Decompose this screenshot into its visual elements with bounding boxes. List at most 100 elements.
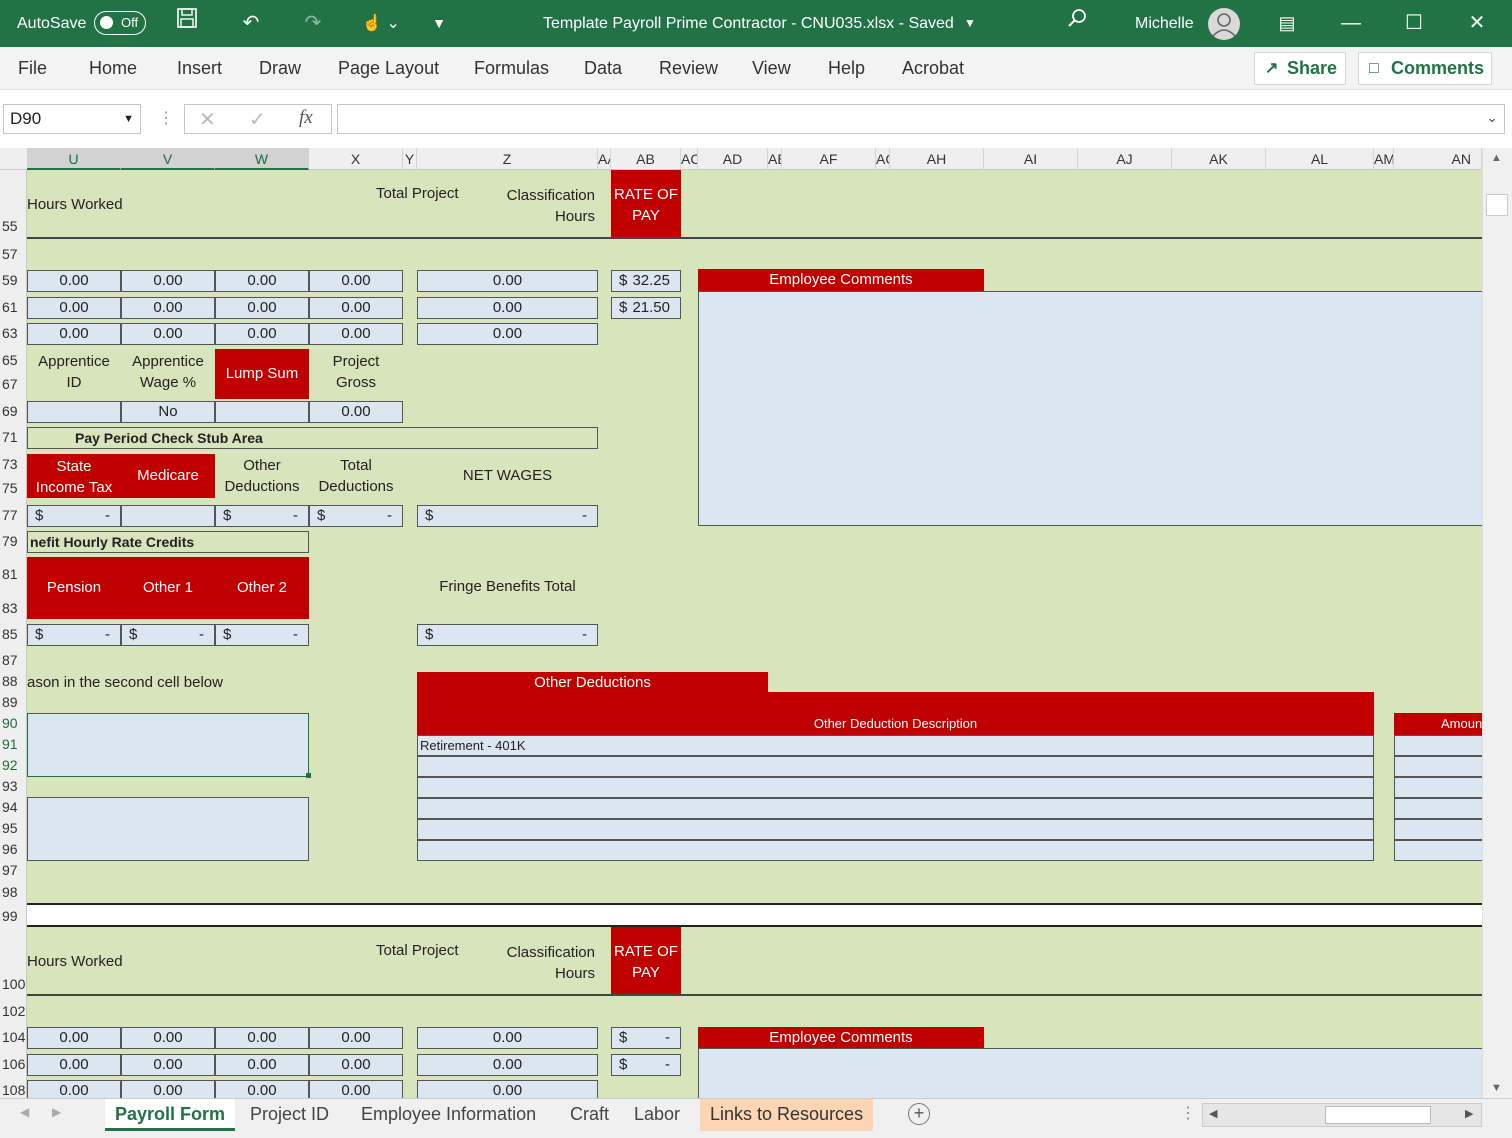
hours-cell[interactable]: 0.00: [121, 323, 215, 345]
employee-comments-field[interactable]: [698, 292, 1482, 526]
col-header[interactable]: Y: [403, 148, 417, 170]
hours-cell[interactable]: 0.00: [309, 1054, 403, 1076]
deduction-row[interactable]: Retirement - 401K: [417, 735, 1374, 756]
scroll-left-icon[interactable]: ◀: [1209, 1107, 1217, 1120]
row-header[interactable]: 92: [0, 757, 27, 773]
amount-cell[interactable]: [1394, 735, 1482, 756]
row-header[interactable]: 67: [0, 376, 27, 392]
net-wages-field[interactable]: $ -: [417, 505, 598, 527]
sheet-tab-craft[interactable]: Craft: [560, 1099, 619, 1131]
employee-comments-field[interactable]: [698, 1049, 1482, 1098]
deduction-row[interactable]: [417, 819, 1374, 840]
medicare-field[interactable]: [121, 505, 215, 527]
hours-cell[interactable]: 0.00: [215, 323, 309, 345]
total-hours-cell[interactable]: 0.00: [417, 323, 598, 345]
col-header[interactable]: AA: [598, 148, 611, 170]
total-hours-cell[interactable]: 0.00: [417, 1054, 598, 1076]
hours-cell[interactable]: 0.00: [309, 270, 403, 292]
row-header[interactable]: 99: [0, 908, 27, 924]
add-sheet-icon[interactable]: +: [908, 1103, 930, 1125]
row-header[interactable]: 59: [0, 272, 27, 288]
hours-cell[interactable]: 0.00: [27, 1080, 121, 1098]
hours-cell[interactable]: 0.00: [121, 1080, 215, 1098]
row-header[interactable]: 89: [0, 694, 27, 710]
tab-review[interactable]: Review: [659, 47, 718, 90]
state-tax-field[interactable]: $ -: [27, 505, 121, 527]
fringe-total-field[interactable]: $ -: [417, 624, 598, 646]
row-header[interactable]: 73: [0, 456, 27, 472]
total-deductions-field[interactable]: $ -: [309, 505, 403, 527]
minimize-icon[interactable]: —: [1336, 0, 1366, 47]
save-icon[interactable]: [172, 0, 202, 47]
tab-file[interactable]: File: [18, 47, 47, 90]
row-header[interactable]: 87: [0, 652, 27, 668]
tab-insert[interactable]: Insert: [177, 47, 222, 90]
hours-cell[interactable]: 0.00: [27, 1027, 121, 1049]
tab-data[interactable]: Data: [584, 47, 622, 90]
row-header[interactable]: 55: [0, 218, 27, 234]
row-header[interactable]: 93: [0, 778, 27, 794]
col-header[interactable]: AF: [782, 148, 876, 170]
hours-cell[interactable]: 0.00: [215, 1054, 309, 1076]
row-header[interactable]: 97: [0, 862, 27, 878]
row-header[interactable]: 63: [0, 325, 27, 341]
col-header[interactable]: AD: [698, 148, 768, 170]
h-scroll-thumb[interactable]: [1325, 1106, 1431, 1124]
autosave-toggle[interactable]: Off: [94, 11, 146, 35]
tab-acrobat[interactable]: Acrobat: [902, 47, 964, 90]
sheet-tab-payroll-form[interactable]: Payroll Form: [105, 1099, 236, 1131]
hours-cell[interactable]: 0.00: [215, 1027, 309, 1049]
deduction-row[interactable]: [417, 756, 1374, 777]
total-hours-cell[interactable]: 0.00: [417, 270, 598, 292]
hours-cell[interactable]: 0.00: [309, 297, 403, 319]
row-header[interactable]: 94: [0, 799, 27, 815]
tab-splitter-icon[interactable]: ⋮: [1180, 1103, 1196, 1123]
scroll-up-icon[interactable]: ▲: [1491, 152, 1502, 164]
maximize-icon[interactable]: ☐: [1399, 0, 1429, 47]
title-dropdown-icon[interactable]: ▼: [960, 0, 980, 47]
row-header[interactable]: 83: [0, 600, 27, 616]
col-header[interactable]: W: [215, 148, 309, 170]
search-icon[interactable]: [1062, 0, 1092, 47]
sheet-tab-labor[interactable]: Labor: [624, 1099, 690, 1131]
row-header[interactable]: 88: [0, 673, 27, 689]
other2-field[interactable]: $ -: [215, 624, 309, 646]
amount-cell[interactable]: [1394, 756, 1482, 777]
col-header[interactable]: U: [27, 148, 121, 170]
lump-sum-field[interactable]: [215, 401, 309, 423]
vertical-scrollbar[interactable]: ▲ ▼: [1482, 148, 1512, 1098]
next-sheet-icon[interactable]: ▶: [52, 1105, 61, 1119]
other-deductions-field[interactable]: $ -: [215, 505, 309, 527]
scroll-right-icon[interactable]: ▶: [1465, 1107, 1473, 1120]
row-header[interactable]: 100: [0, 976, 27, 992]
share-button[interactable]: ↗ Share: [1254, 52, 1346, 85]
insert-function-icon[interactable]: fx: [299, 107, 313, 129]
chevron-down-icon[interactable]: ▼: [123, 105, 134, 133]
amount-cell[interactable]: [1394, 777, 1482, 798]
pension-field[interactable]: $ -: [27, 624, 121, 646]
document-title[interactable]: Template Payroll Prime Contractor - CNU0…: [543, 0, 954, 47]
rate-cell[interactable]: $21.50: [611, 297, 681, 319]
row-header[interactable]: 98: [0, 884, 27, 900]
tab-view[interactable]: View: [752, 47, 791, 90]
row-header[interactable]: 81: [0, 566, 27, 582]
amount-cell[interactable]: [1394, 840, 1482, 861]
row-header[interactable]: 95: [0, 820, 27, 836]
ribbon-display-icon[interactable]: ▤: [1272, 0, 1302, 47]
col-header[interactable]: AE: [768, 148, 782, 170]
customize-toolbar-icon[interactable]: ▼: [424, 0, 454, 47]
row-header[interactable]: 106: [0, 1056, 27, 1072]
hours-cell[interactable]: 0.00: [121, 297, 215, 319]
undo-icon[interactable]: ↶: [236, 0, 266, 47]
formula-input[interactable]: ⌄: [337, 104, 1505, 134]
hours-cell[interactable]: 0.00: [121, 1027, 215, 1049]
hours-cell[interactable]: 0.00: [121, 270, 215, 292]
amount-cell[interactable]: [1394, 819, 1482, 840]
hours-cell[interactable]: 0.00: [215, 270, 309, 292]
row-header[interactable]: 91: [0, 736, 27, 752]
rate-cell[interactable]: $ -: [611, 1027, 681, 1049]
col-header[interactable]: AN: [1394, 148, 1482, 170]
row-header[interactable]: 75: [0, 480, 27, 496]
total-hours-cell[interactable]: 0.00: [417, 1080, 598, 1098]
name-box[interactable]: D90 ▼: [3, 104, 141, 134]
